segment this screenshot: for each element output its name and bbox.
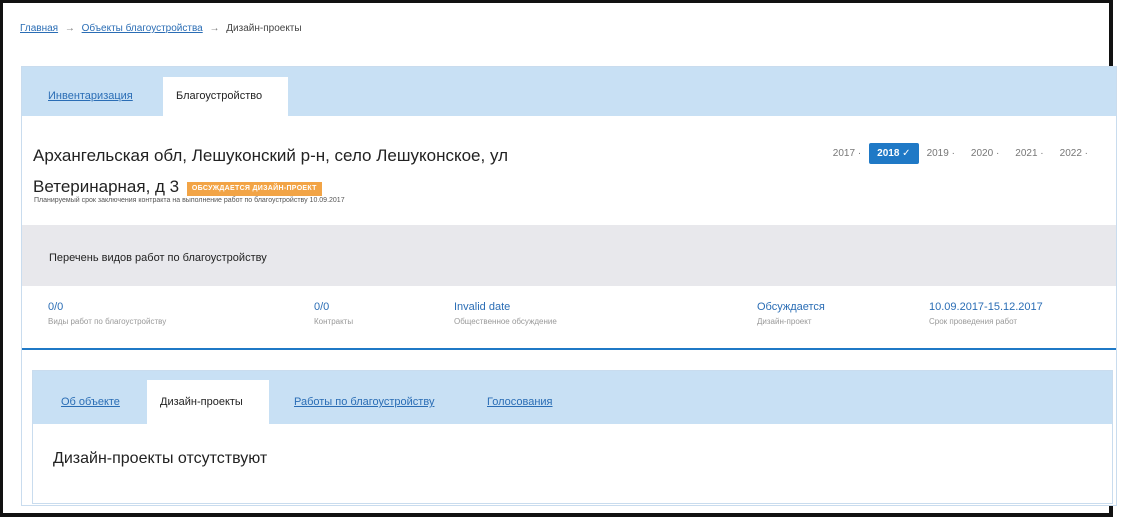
year-2019[interactable]: 2019 ·: [919, 143, 963, 164]
address-line-1: Архангельская обл, Лешуконский р-н, село…: [33, 146, 508, 165]
stat-value: Invalid date: [454, 301, 511, 313]
address-line-2: Ветеринарная, д 3: [33, 177, 180, 196]
stat-value: 10.09.2017-15.12.2017: [929, 301, 1043, 313]
stat-public-discussion: Invalid date Общественное обсуждение: [454, 301, 557, 326]
top-tab-bar: Инвентаризация Благоустройство: [22, 67, 1116, 116]
tab-design-projects[interactable]: Дизайн-проекты: [147, 380, 269, 424]
breadcrumb-objects-link[interactable]: Объекты благоустройства: [82, 23, 203, 34]
year-2017[interactable]: 2017 ·: [825, 143, 869, 164]
stat-label: Контракты: [314, 317, 354, 326]
tab-inventory[interactable]: Инвентаризация: [35, 77, 146, 116]
empty-state-message: Дизайн-проекты отсутствуют: [53, 450, 268, 467]
stat-work-period: 10.09.2017-15.12.2017 Срок проведения ра…: [929, 301, 1043, 326]
stat-value: 0/0: [48, 301, 64, 313]
year-2020[interactable]: 2020 ·: [963, 143, 1007, 164]
year-2018-selected[interactable]: 2018 ✓: [869, 143, 919, 164]
works-list-header[interactable]: Перечень видов работ по благоустройству: [22, 225, 1116, 286]
object-card: Инвентаризация Благоустройство Архангель…: [21, 66, 1117, 506]
planned-contract-date: Планируемый срок заключения контракта на…: [34, 197, 345, 204]
object-address: Архангельская обл, Лешуконский р-н, село…: [33, 140, 603, 202]
breadcrumb-arrow-icon: →: [64, 23, 75, 34]
works-list-title: Перечень видов работ по благоустройству: [49, 252, 267, 264]
stat-label: Срок проведения работ: [929, 317, 1018, 326]
tab-votes[interactable]: Голосования: [474, 380, 566, 424]
breadcrumb-current: Дизайн-проекты: [226, 23, 302, 34]
stats-row: 0/0 Виды работ по благоустройству 0/0 Ко…: [22, 286, 1116, 350]
breadcrumb: Главная → Объекты благоустройства → Диза…: [20, 23, 302, 34]
stat-value: Обсуждается: [757, 301, 825, 313]
stat-label: Виды работ по благоустройству: [48, 317, 167, 326]
breadcrumb-arrow-icon: →: [209, 23, 220, 34]
year-2021[interactable]: 2021 ·: [1007, 143, 1051, 164]
stat-label: Дизайн-проект: [757, 317, 812, 326]
year-2022[interactable]: 2022 ·: [1052, 143, 1096, 164]
tab-about-object[interactable]: Об объекте: [48, 380, 133, 424]
stat-contracts: 0/0 Контракты: [314, 301, 353, 326]
tab-improvement[interactable]: Благоустройство: [163, 77, 288, 116]
stat-design-project: Обсуждается Дизайн-проект: [757, 301, 825, 326]
breadcrumb-home-link[interactable]: Главная: [20, 23, 58, 34]
stat-work-types: 0/0 Виды работ по благоустройству: [48, 301, 166, 326]
year-selector: 2017 · 2018 ✓ 2019 · 2020 · 2021 · 2022 …: [825, 143, 1096, 164]
stat-label: Общественное обсуждение: [454, 317, 557, 326]
object-details-panel: Об объекте Дизайн-проекты Работы по благ…: [32, 370, 1113, 504]
stat-value: 0/0: [314, 301, 330, 313]
status-badge: ОБСУЖДАЕТСЯ ДИЗАЙН-ПРОЕКТ: [186, 182, 322, 196]
bottom-tab-bar: Об объекте Дизайн-проекты Работы по благ…: [33, 371, 1112, 424]
tab-improvement-works[interactable]: Работы по благоустройству: [281, 380, 447, 424]
